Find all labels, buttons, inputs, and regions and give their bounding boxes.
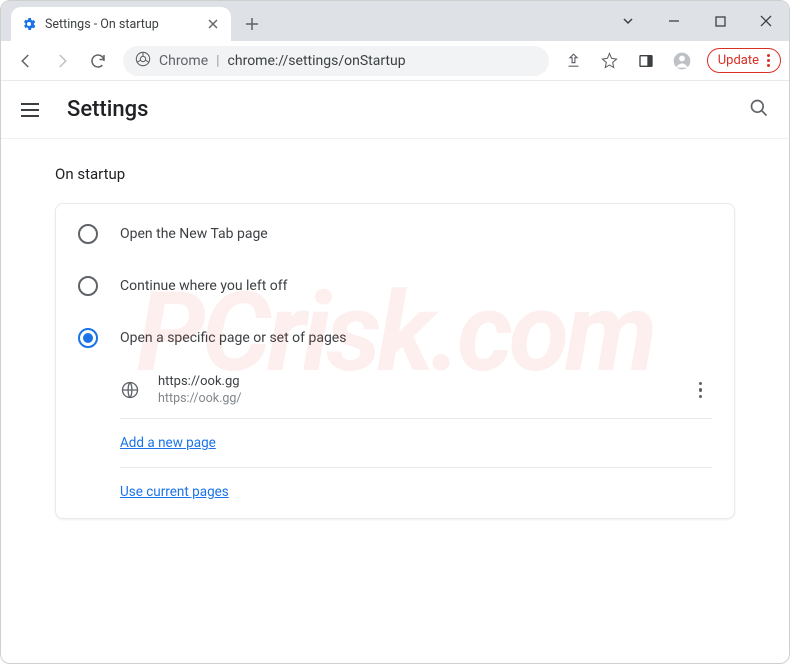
use-current-row: Use current pages: [56, 470, 734, 514]
radio-option-specific-pages[interactable]: Open a specific page or set of pages: [56, 312, 734, 364]
update-label: Update: [718, 53, 759, 68]
profile-icon[interactable]: [665, 44, 699, 78]
radio-option-continue[interactable]: Continue where you left off: [56, 260, 734, 312]
window-controls: [605, 1, 789, 41]
omnibox-label: Chrome: [159, 53, 208, 69]
radio-icon: [78, 276, 98, 296]
page-url-text: https://ook.gg/: [158, 391, 242, 406]
bookmark-icon[interactable]: [593, 44, 627, 78]
radio-option-new-tab[interactable]: Open the New Tab page: [56, 208, 734, 260]
chevron-down-icon[interactable]: [605, 1, 651, 41]
more-actions-icon[interactable]: [699, 382, 713, 399]
close-tab-icon[interactable]: [205, 16, 221, 32]
new-tab-button[interactable]: [237, 9, 267, 39]
radio-label: Open a specific page or set of pages: [120, 330, 346, 346]
radio-label: Open the New Tab page: [120, 226, 268, 242]
radio-label: Continue where you left off: [120, 278, 288, 294]
menu-icon[interactable]: [21, 98, 45, 122]
forward-button[interactable]: [45, 44, 79, 78]
page-title-text: https://ook.gg: [158, 374, 242, 389]
minimize-button[interactable]: [651, 1, 697, 41]
titlebar: Settings - On startup: [1, 1, 789, 41]
gear-icon: [21, 16, 37, 32]
settings-header: Settings: [1, 81, 789, 139]
content-area: On startup Open the New Tab page Continu…: [1, 139, 789, 545]
omnibox-url: chrome://settings/onStartup: [228, 53, 406, 69]
browser-toolbar: Chrome | chrome://settings/onStartup Upd…: [1, 41, 789, 81]
add-page-link[interactable]: Add a new page: [120, 435, 216, 451]
reload-button[interactable]: [81, 44, 115, 78]
address-bar[interactable]: Chrome | chrome://settings/onStartup: [123, 46, 549, 76]
divider: [120, 418, 712, 419]
radio-icon: [78, 224, 98, 244]
tab-title: Settings - On startup: [45, 17, 159, 32]
radio-icon: [78, 328, 98, 348]
update-button[interactable]: Update: [707, 48, 781, 73]
share-icon[interactable]: [557, 44, 591, 78]
add-page-row: Add a new page: [56, 421, 734, 465]
globe-icon: [120, 380, 140, 400]
page-title: Settings: [67, 97, 148, 122]
settings-card: Open the New Tab page Continue where you…: [55, 203, 735, 519]
chrome-icon: [135, 51, 151, 71]
close-window-button[interactable]: [743, 1, 789, 41]
maximize-button[interactable]: [697, 1, 743, 41]
omnibox-divider: |: [216, 53, 219, 69]
browser-tab[interactable]: Settings - On startup: [11, 7, 231, 41]
section-title: On startup: [55, 165, 735, 183]
divider: [120, 467, 712, 468]
more-icon: [767, 54, 770, 67]
side-panel-icon[interactable]: [629, 44, 663, 78]
back-button[interactable]: [9, 44, 43, 78]
search-icon[interactable]: [749, 98, 769, 122]
use-current-link[interactable]: Use current pages: [120, 484, 229, 500]
startup-page-row: https://ook.gg https://ook.gg/: [56, 364, 734, 416]
